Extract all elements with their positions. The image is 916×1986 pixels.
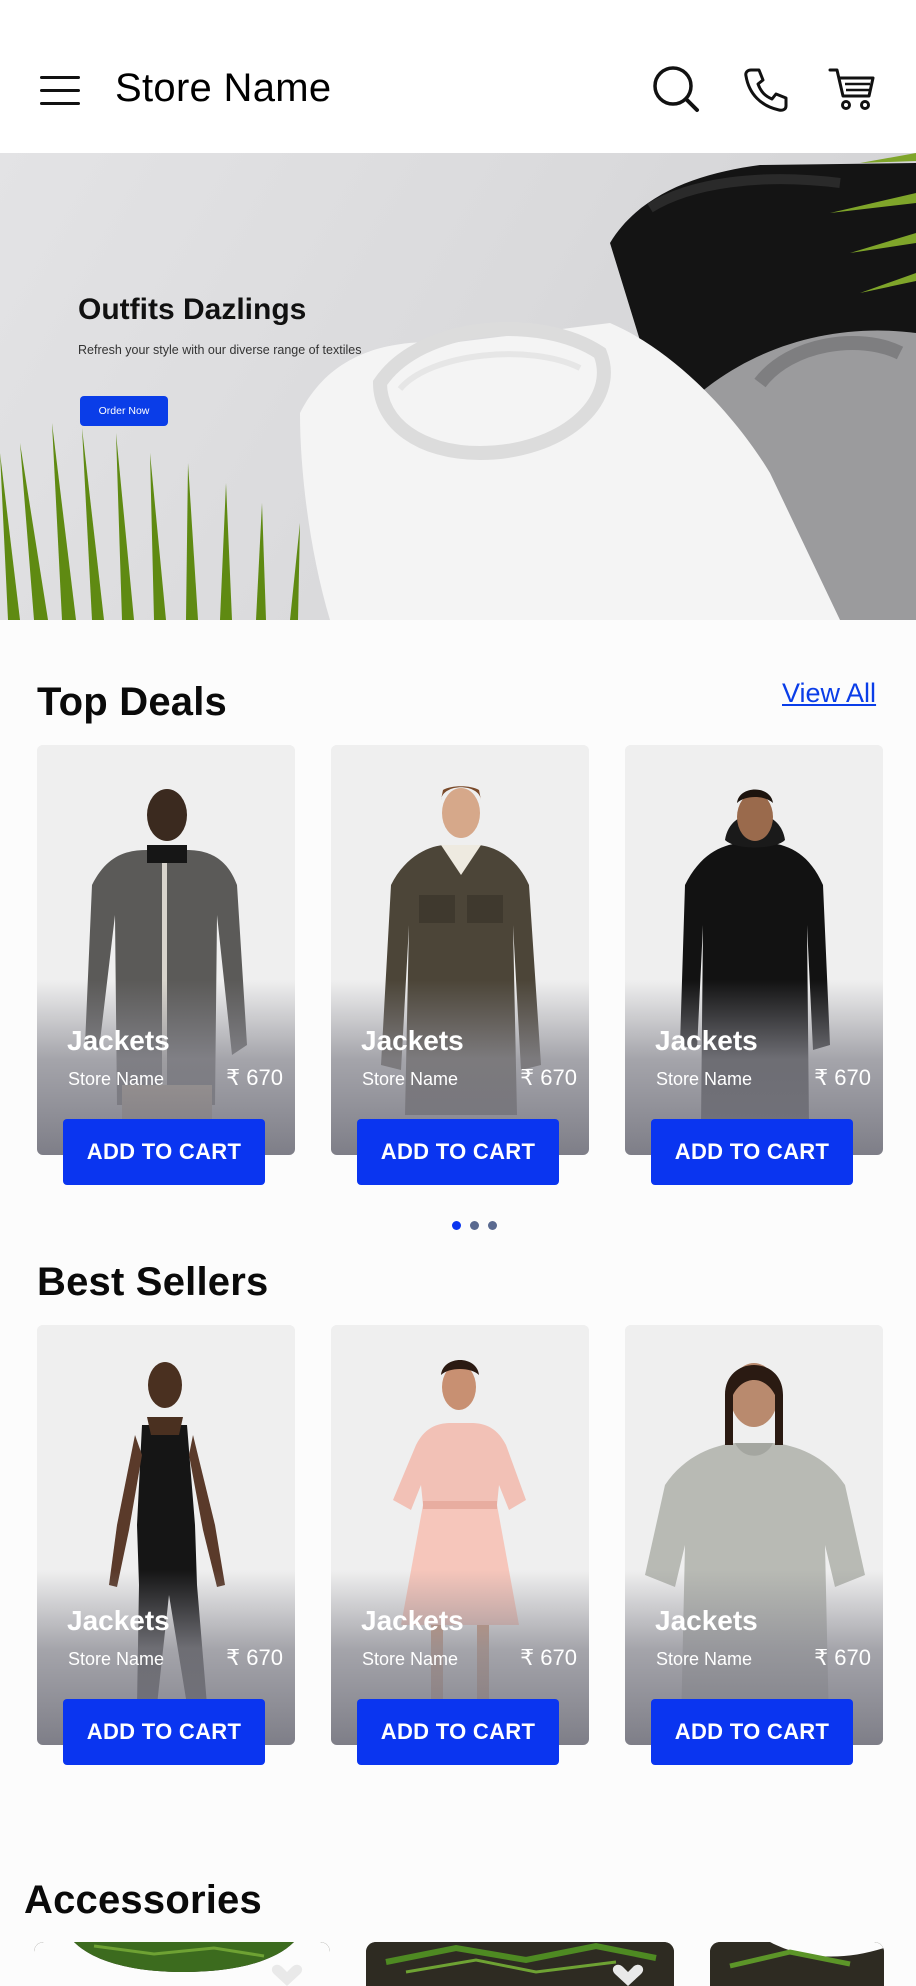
accessories-title: Accessories xyxy=(24,1878,262,1922)
product-store: Store Name xyxy=(656,1649,753,1669)
product-price: ₹ 670 xyxy=(226,1645,283,1670)
product-price: ₹ 670 xyxy=(520,1065,577,1090)
view-all-link[interactable]: View All xyxy=(782,678,876,709)
product-store: Store Name xyxy=(362,1069,459,1089)
product-price: ₹ 670 xyxy=(814,1065,871,1090)
add-to-cart-button[interactable]: ADD TO CART xyxy=(63,1699,265,1765)
product-name: Jackets xyxy=(655,1605,758,1636)
product-name: Jackets xyxy=(361,1605,464,1636)
product-card[interactable]: Jackets Store Name ₹ 670 xyxy=(37,745,295,1155)
app-header: Store Name xyxy=(0,0,916,153)
product-card[interactable]: Jackets Store Name ₹ 670 xyxy=(331,745,589,1155)
accessory-card[interactable] xyxy=(710,1942,884,1986)
hero-title: Outfits Dazlings xyxy=(78,293,307,326)
heart-icon[interactable] xyxy=(611,1964,645,1986)
phone-icon[interactable] xyxy=(741,64,791,114)
hero-subtitle: Refresh your style with our diverse rang… xyxy=(78,343,362,357)
add-to-cart-button[interactable]: ADD TO CART xyxy=(357,1699,559,1765)
carousel-dot-active[interactable] xyxy=(452,1221,461,1230)
product-card[interactable]: Jackets Store Name ₹ 670 xyxy=(37,1325,295,1745)
product-store: Store Name xyxy=(362,1649,459,1669)
carousel-dots xyxy=(452,1221,502,1231)
hero-banner[interactable]: Outfits Dazlings Refresh your style with… xyxy=(0,153,916,620)
product-store: Store Name xyxy=(656,1069,753,1089)
heart-icon[interactable] xyxy=(270,1964,304,1986)
add-to-cart-button[interactable]: ADD TO CART xyxy=(357,1119,559,1185)
add-to-cart-button[interactable]: ADD TO CART xyxy=(651,1699,853,1765)
cart-icon[interactable] xyxy=(827,64,877,114)
product-card[interactable]: Jackets Store Name ₹ 670 xyxy=(625,745,883,1155)
accessory-card[interactable] xyxy=(366,1942,674,1986)
product-name: Jackets xyxy=(655,1025,758,1056)
product-card[interactable]: Jackets Store Name ₹ 670 xyxy=(625,1325,883,1745)
product-card[interactable]: Jackets Store Name ₹ 670 xyxy=(331,1325,589,1745)
accessory-card[interactable] xyxy=(34,1942,330,1986)
product-price: ₹ 670 xyxy=(814,1645,871,1670)
hero-image xyxy=(0,153,916,620)
menu-icon[interactable] xyxy=(40,76,80,106)
add-to-cart-button[interactable]: ADD TO CART xyxy=(63,1119,265,1185)
product-name: Jackets xyxy=(67,1605,170,1636)
top-deals-title: Top Deals xyxy=(37,680,227,724)
carousel-dot[interactable] xyxy=(470,1221,479,1230)
search-icon[interactable] xyxy=(651,64,701,114)
best-sellers-title: Best Sellers xyxy=(37,1260,269,1304)
product-price: ₹ 670 xyxy=(520,1645,577,1670)
order-now-button[interactable]: Order Now xyxy=(80,396,168,426)
product-store: Store Name xyxy=(68,1649,165,1669)
add-to-cart-button[interactable]: ADD TO CART xyxy=(651,1119,853,1185)
product-name: Jackets xyxy=(361,1025,464,1056)
accessory-image xyxy=(710,1942,884,1986)
store-name: Store Name xyxy=(115,66,332,110)
product-price: ₹ 670 xyxy=(226,1065,283,1090)
product-store: Store Name xyxy=(68,1069,165,1089)
carousel-dot[interactable] xyxy=(488,1221,497,1230)
product-name: Jackets xyxy=(67,1025,170,1056)
